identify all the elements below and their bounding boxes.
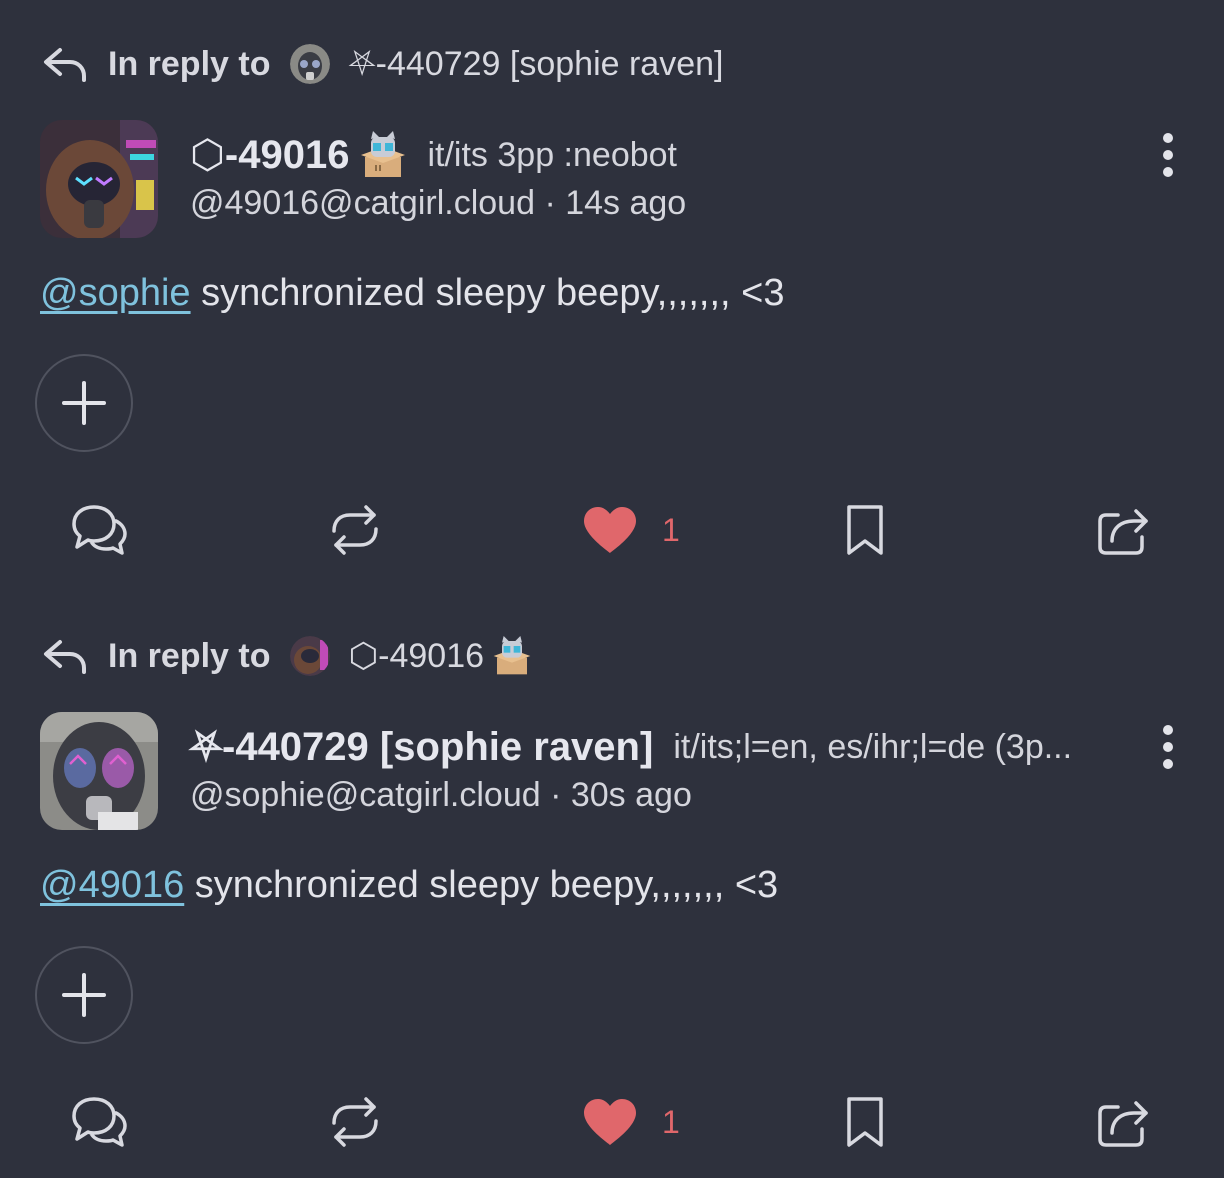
bookmark-icon — [847, 505, 883, 555]
reply-context[interactable]: In reply to ⛧-440729 [sophie raven] — [42, 38, 723, 90]
share-icon — [1098, 1101, 1148, 1147]
reply-to-name[interactable]: ⬡-49016 — [348, 636, 484, 676]
note-body: @sophie synchronized sleepy beepy,,,,,,,… — [40, 272, 784, 315]
display-name[interactable]: ⛧-440729 [sophie raven] — [190, 725, 653, 770]
heart-icon — [584, 507, 636, 553]
add-reaction-button[interactable] — [35, 354, 133, 452]
reply-arrow-icon — [44, 48, 86, 82]
like-button[interactable]: 1 — [582, 1092, 680, 1152]
reply-button[interactable] — [70, 1092, 128, 1152]
avatar[interactable] — [40, 120, 158, 238]
reply-to-avatar[interactable] — [290, 636, 331, 676]
reply-context[interactable]: In reply to ⬡-49016 — [42, 630, 532, 682]
handle-and-time[interactable]: @sophie@catgirl.cloud · 30s ago — [190, 776, 692, 815]
pronouns: it/its;l=en, es/ihr;l=de (3p... — [673, 727, 1073, 766]
boost-button[interactable] — [326, 500, 384, 560]
more-options-button[interactable] — [1150, 724, 1186, 770]
display-name[interactable]: ⬡-49016 — [190, 132, 349, 178]
boost-icon — [332, 1097, 378, 1147]
pronouns: it/its 3pp :neobot — [427, 135, 677, 174]
heart-icon — [584, 1099, 636, 1145]
avatar[interactable] — [40, 712, 158, 830]
share-button[interactable] — [1096, 1092, 1152, 1152]
add-reaction-button[interactable] — [35, 946, 133, 1044]
reply-to-avatar[interactable] — [290, 44, 331, 84]
reply-arrow-icon — [44, 640, 86, 674]
handle-and-time[interactable]: @49016@catgirl.cloud · 14s ago — [190, 184, 686, 223]
reply-button[interactable] — [70, 500, 128, 560]
share-icon — [1098, 509, 1148, 555]
bookmark-button[interactable] — [840, 1092, 890, 1152]
mention-link[interactable]: @49016 — [40, 864, 184, 906]
boost-icon — [332, 505, 378, 555]
boost-button[interactable] — [326, 1092, 384, 1152]
note-header: ⛧-440729 [sophie raven] it/its;l=en, es/… — [190, 720, 1072, 774]
bookmark-icon — [847, 1097, 883, 1147]
like-count: 1 — [662, 1103, 680, 1140]
more-vertical-icon — [1163, 133, 1173, 177]
plus-icon — [62, 973, 106, 1017]
more-options-button[interactable] — [1150, 132, 1186, 178]
note-text: synchronized sleepy beepy,,,,,,, <3 — [190, 272, 785, 314]
reply-label: In reply to — [108, 44, 271, 83]
bookmark-button[interactable] — [840, 500, 890, 560]
more-vertical-icon — [1163, 725, 1173, 769]
reply-icon — [72, 1097, 127, 1147]
share-button[interactable] — [1096, 500, 1152, 560]
note-header: ⬡-49016 it/its 3pp :neobot — [190, 128, 677, 182]
note-body: @49016 synchronized sleepy beepy,,,,,,, … — [40, 864, 778, 907]
mention-link[interactable]: @sophie — [40, 272, 191, 314]
neobot-emoji-icon — [493, 636, 531, 675]
neobot-emoji-icon — [361, 131, 406, 177]
plus-icon — [62, 381, 106, 425]
like-button[interactable]: 1 — [582, 500, 680, 560]
reply-icon — [72, 505, 127, 555]
like-count: 1 — [662, 511, 680, 548]
reply-label: In reply to — [108, 636, 271, 675]
note-text: synchronized sleepy beepy,,,,,,, <3 — [184, 864, 779, 906]
reply-to-name[interactable]: ⛧-440729 [sophie raven] — [348, 45, 723, 84]
